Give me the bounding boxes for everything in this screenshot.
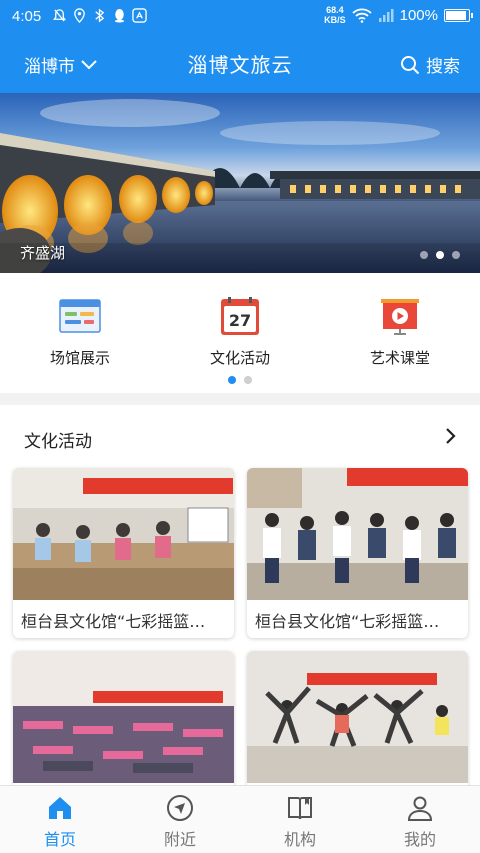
user-icon [407, 796, 433, 821]
chevron-right-icon[interactable] [444, 427, 458, 445]
top-bar: 4:05 68.4 KB/S 100% 淄博市 淄博文旅云 搜索 [0, 0, 480, 93]
category-page-dot [244, 376, 252, 384]
app-store-icon [132, 8, 147, 23]
venue-display-icon [59, 299, 101, 333]
status-icons [52, 8, 147, 23]
activity-photo [247, 651, 468, 783]
banner-dot-active [436, 251, 444, 259]
net-speed: 68.4 KB/S [324, 5, 346, 25]
video-class-icon [381, 299, 419, 335]
location-icon [74, 8, 85, 23]
status-bar: 4:05 68.4 KB/S 100% [0, 0, 480, 34]
search-label: 搜索 [426, 57, 460, 77]
bluetooth-icon [95, 8, 105, 23]
category-label: 场馆展示 [49, 349, 110, 367]
net-speed-value: 68.4 [326, 5, 344, 15]
battery-icon [444, 8, 473, 22]
category-grid: 场馆展示 27 文化活动 艺术课堂 [0, 273, 480, 393]
signal-icon [378, 9, 394, 22]
status-time: 4:05 [12, 8, 42, 25]
section-title: 文化活动 [24, 432, 92, 452]
category-pager [0, 376, 480, 384]
nav-label: 首页 [43, 830, 76, 849]
nav-label: 机构 [283, 830, 316, 849]
status-right: 68.4 KB/S 100% [324, 5, 473, 25]
banner-caption: 齐盛湖 [20, 244, 66, 262]
wifi-icon [352, 8, 372, 23]
category-cultural-activity[interactable]: 27 文化活动 [170, 297, 310, 368]
net-speed-unit: KB/S [324, 15, 346, 25]
qq-icon [114, 8, 125, 23]
banner-indicator [420, 251, 460, 259]
calendar-icon-text: 27 [229, 311, 251, 330]
nav-home[interactable]: 首页 [0, 786, 120, 853]
banner-dot [452, 251, 460, 259]
battery-percent: 100% [399, 6, 438, 24]
activities-section: 文化活动 桓台县文化馆“七彩摇篮… 桓台县文化馆“七彩摇篮… [0, 405, 480, 821]
book-icon [288, 797, 312, 820]
activity-card-title: 桓台县文化馆“七彩摇篮… [255, 612, 440, 631]
category-art-class[interactable]: 艺术课堂 [330, 297, 470, 368]
search-button[interactable]: 搜索 [400, 52, 460, 77]
search-icon [401, 55, 420, 74]
category-label: 艺术课堂 [369, 349, 430, 367]
category-label: 文化活动 [209, 349, 270, 367]
navigation-arrow-icon [167, 795, 193, 821]
nav-nearby[interactable]: 附近 [120, 786, 240, 853]
notification-off-icon [53, 9, 66, 22]
banner-carousel[interactable]: 齐盛湖 [0, 93, 480, 273]
category-venue-display[interactable]: 场馆展示 [10, 297, 150, 368]
activity-card[interactable]: 桓台县文化馆“七彩摇篮… [13, 468, 234, 638]
activity-photo [13, 468, 234, 600]
banner-dot [420, 251, 428, 259]
nav-mine[interactable]: 我的 [360, 786, 480, 853]
activity-card[interactable]: 桓台县文化馆“七彩摇篮… [247, 468, 468, 638]
bottom-nav: 首页 附近 机构 我的 [0, 785, 480, 853]
activity-photo [13, 651, 234, 783]
app-header: 淄博市 淄博文旅云 搜索 [0, 34, 480, 93]
nav-institution[interactable]: 机构 [240, 786, 360, 853]
home-icon [49, 797, 71, 819]
calendar-icon: 27 [221, 297, 259, 335]
nav-label: 我的 [403, 830, 436, 849]
activity-photo [247, 468, 468, 600]
activity-card-title: 桓台县文化馆“七彩摇篮… [21, 612, 206, 631]
nav-label: 附近 [163, 830, 196, 849]
category-page-dot-active [228, 376, 236, 384]
banner-image [0, 93, 480, 273]
